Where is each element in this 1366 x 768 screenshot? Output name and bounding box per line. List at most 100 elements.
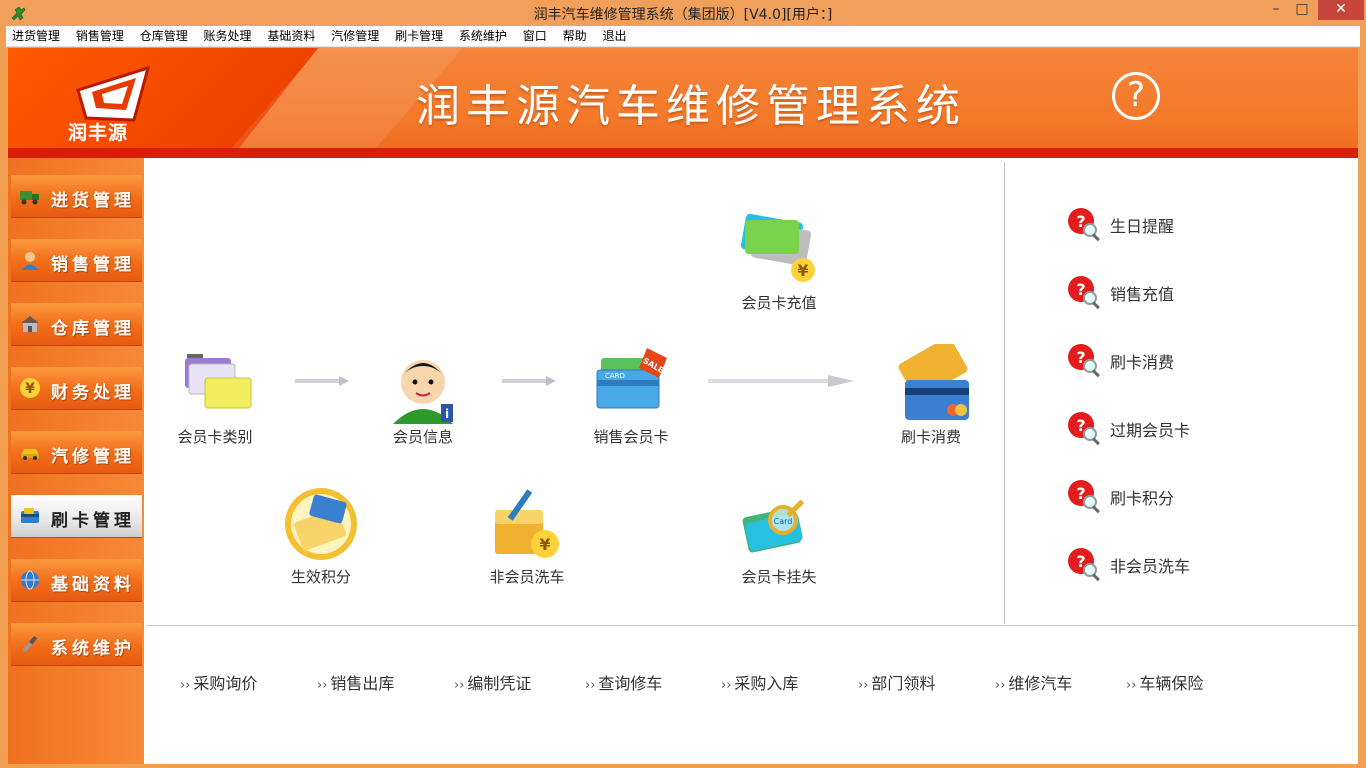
quick-sales-topup[interactable]: ? 销售充值 — [1066, 274, 1266, 310]
menu-help[interactable]: 帮助 — [557, 26, 593, 46]
sidebar-item-system[interactable]: 系统维护 — [11, 623, 142, 666]
sidebar-item-card[interactable]: 刷卡管理 — [11, 495, 142, 538]
link-vehicle-insurance[interactable]: ›› 车辆保险 — [1126, 670, 1203, 694]
horizontal-divider — [146, 625, 1358, 626]
double-chevron-icon: ›› — [317, 678, 328, 693]
tools-icon — [22, 635, 38, 653]
sidebar-item-finance[interactable]: ¥ 财务处理 — [11, 367, 142, 410]
double-chevron-icon: ›› — [995, 678, 1006, 693]
sidebar-item-label: 基础资料 — [51, 575, 135, 595]
menu-system[interactable]: 系统维护 — [453, 26, 513, 46]
link-label: 销售出库 — [330, 674, 395, 693]
flow-arrow-long-icon — [708, 375, 854, 387]
link-label: 部门领料 — [871, 674, 936, 693]
link-label: 采购入库 — [734, 674, 799, 693]
flow-label: 会员信息 — [392, 428, 453, 446]
link-purchase-inbound[interactable]: ›› 采购入库 — [721, 670, 798, 694]
menu-sales[interactable]: 销售管理 — [70, 26, 130, 46]
quick-label: 刷卡积分 — [1110, 489, 1175, 508]
card-icon — [21, 508, 39, 523]
svg-text:¥: ¥ — [25, 381, 35, 397]
flow-label: 刷卡消费 — [900, 428, 961, 446]
quick-non-member-wash[interactable]: ? 非会员洗车 — [1066, 546, 1266, 582]
menu-card[interactable]: 刷卡管理 — [389, 26, 449, 46]
menu-purchase[interactable]: 进货管理 — [6, 26, 66, 46]
user-icon — [22, 252, 38, 270]
member-cards-icon — [185, 354, 252, 409]
sidebar-item-label: 系统维护 — [51, 639, 135, 659]
double-chevron-icon: ›› — [585, 678, 596, 693]
truck-icon — [20, 191, 39, 205]
quick-expired-card[interactable]: ? 过期会员卡 — [1066, 410, 1266, 446]
globe-icon — [21, 570, 39, 590]
sidebar-item-label: 销售管理 — [51, 255, 135, 275]
card-search-icon: Card — [742, 499, 805, 553]
link-query-repair[interactable]: ›› 查询修车 — [585, 670, 662, 694]
svg-text:CARD: CARD — [605, 372, 625, 380]
double-chevron-icon: ›› — [180, 678, 191, 693]
header-banner: 润丰源 润丰源汽车维修管理系统 ? — [8, 48, 1358, 158]
quick-label: 刷卡消费 — [1110, 353, 1175, 372]
link-label: 维修汽车 — [1008, 674, 1073, 693]
menu-window[interactable]: 窗口 — [517, 26, 553, 46]
logo-text: 润丰源 — [68, 122, 129, 144]
quick-card-consume[interactable]: ? 刷卡消费 — [1066, 342, 1266, 378]
menu-auto-repair[interactable]: 汽修管理 — [325, 26, 385, 46]
maximize-button[interactable]: □ — [1288, 0, 1316, 20]
help-icon[interactable]: ? — [1112, 72, 1160, 120]
warehouse-icon — [21, 316, 39, 332]
link-dept-requisition[interactable]: ›› 部门领料 — [858, 670, 935, 694]
card-topup-icon: ¥ — [740, 213, 815, 282]
shortcut-links-bar: ›› 采购询价 ›› 销售出库 ›› 编制凭证 ›› 查询修车 ›› 采购入库 ›› 部门领… — [180, 670, 1330, 694]
menu-basic-data[interactable]: 基础资料 — [261, 26, 321, 46]
flow-non-member-wash[interactable]: ¥ 非会员洗车 — [472, 484, 582, 587]
double-chevron-icon: ›› — [721, 678, 732, 693]
svg-text:¥: ¥ — [797, 261, 808, 280]
menu-warehouse[interactable]: 仓库管理 — [134, 26, 194, 46]
sidebar-item-purchase[interactable]: 进货管理 — [11, 175, 142, 218]
flow-label: 会员卡充值 — [741, 294, 817, 312]
link-create-voucher[interactable]: ›› 编制凭证 — [454, 670, 531, 694]
quick-label: 非会员洗车 — [1110, 557, 1191, 576]
flow-label: 非会员洗车 — [489, 568, 565, 586]
close-button[interactable]: ✕ — [1318, 0, 1364, 20]
link-sales-outbound[interactable]: ›› 销售出库 — [317, 670, 394, 694]
flow-label: 销售会员卡 — [593, 428, 669, 446]
link-label: 采购询价 — [193, 674, 258, 693]
link-repair-car[interactable]: ›› 维修汽车 — [995, 670, 1072, 694]
flow-member-card-lost[interactable]: Card 会员卡挂失 — [724, 484, 834, 587]
flow-sell-member-card[interactable]: CARD SALE 销售会员卡 — [576, 344, 686, 447]
flow-member-info[interactable]: i 会员信息 — [368, 344, 478, 447]
member-avatar-icon: i — [393, 360, 453, 424]
sale-cards-icon: CARD SALE — [596, 348, 667, 409]
window-title: 润丰汽车维修管理系统（集团版）[V4.0][用户：] — [533, 7, 833, 23]
flow-member-card-topup[interactable]: ¥ 会员卡充值 — [724, 210, 834, 313]
banner-title: 润丰源汽车维修管理系统 — [416, 81, 966, 132]
flow-effective-points[interactable]: 生效积分 — [266, 484, 376, 587]
sidebar-item-auto-repair[interactable]: 汽修管理 — [11, 431, 142, 474]
double-chevron-icon: ›› — [858, 678, 869, 693]
flow-member-card-type[interactable]: 会员卡类别 — [160, 344, 270, 447]
sidebar-item-basic-data[interactable]: 基础资料 — [11, 559, 142, 602]
quick-card-points[interactable]: ? 刷卡积分 — [1066, 478, 1266, 514]
flow-label: 会员卡挂失 — [741, 568, 817, 586]
quick-birthday-reminder[interactable]: ? 生日提醒 — [1066, 206, 1266, 242]
sidebar-item-label: 进货管理 — [51, 191, 135, 211]
help-magnifier-icon: ? — [1068, 208, 1100, 242]
menu-accounting[interactable]: 账务处理 — [198, 26, 258, 46]
help-magnifier-icon: ? — [1068, 548, 1100, 582]
flow-label: 会员卡类别 — [177, 428, 253, 446]
sidebar-item-sales[interactable]: 销售管理 — [11, 239, 142, 282]
quick-label: 过期会员卡 — [1110, 421, 1191, 440]
double-chevron-icon: ›› — [1126, 678, 1137, 693]
link-purchase-inquiry[interactable]: ›› 采购询价 — [180, 670, 257, 694]
sidebar-item-warehouse[interactable]: 仓库管理 — [11, 303, 142, 346]
link-label: 车辆保险 — [1139, 674, 1204, 693]
flow-card-consume[interactable]: 刷卡消费 — [876, 344, 986, 447]
points-icon — [285, 488, 357, 560]
quick-label: 销售充值 — [1110, 285, 1175, 304]
help-magnifier-icon: ? — [1068, 344, 1100, 378]
sidebar-item-label: 仓库管理 — [51, 319, 135, 339]
minimize-button[interactable]: – — [1262, 0, 1290, 20]
menu-exit[interactable]: 退出 — [596, 26, 632, 46]
